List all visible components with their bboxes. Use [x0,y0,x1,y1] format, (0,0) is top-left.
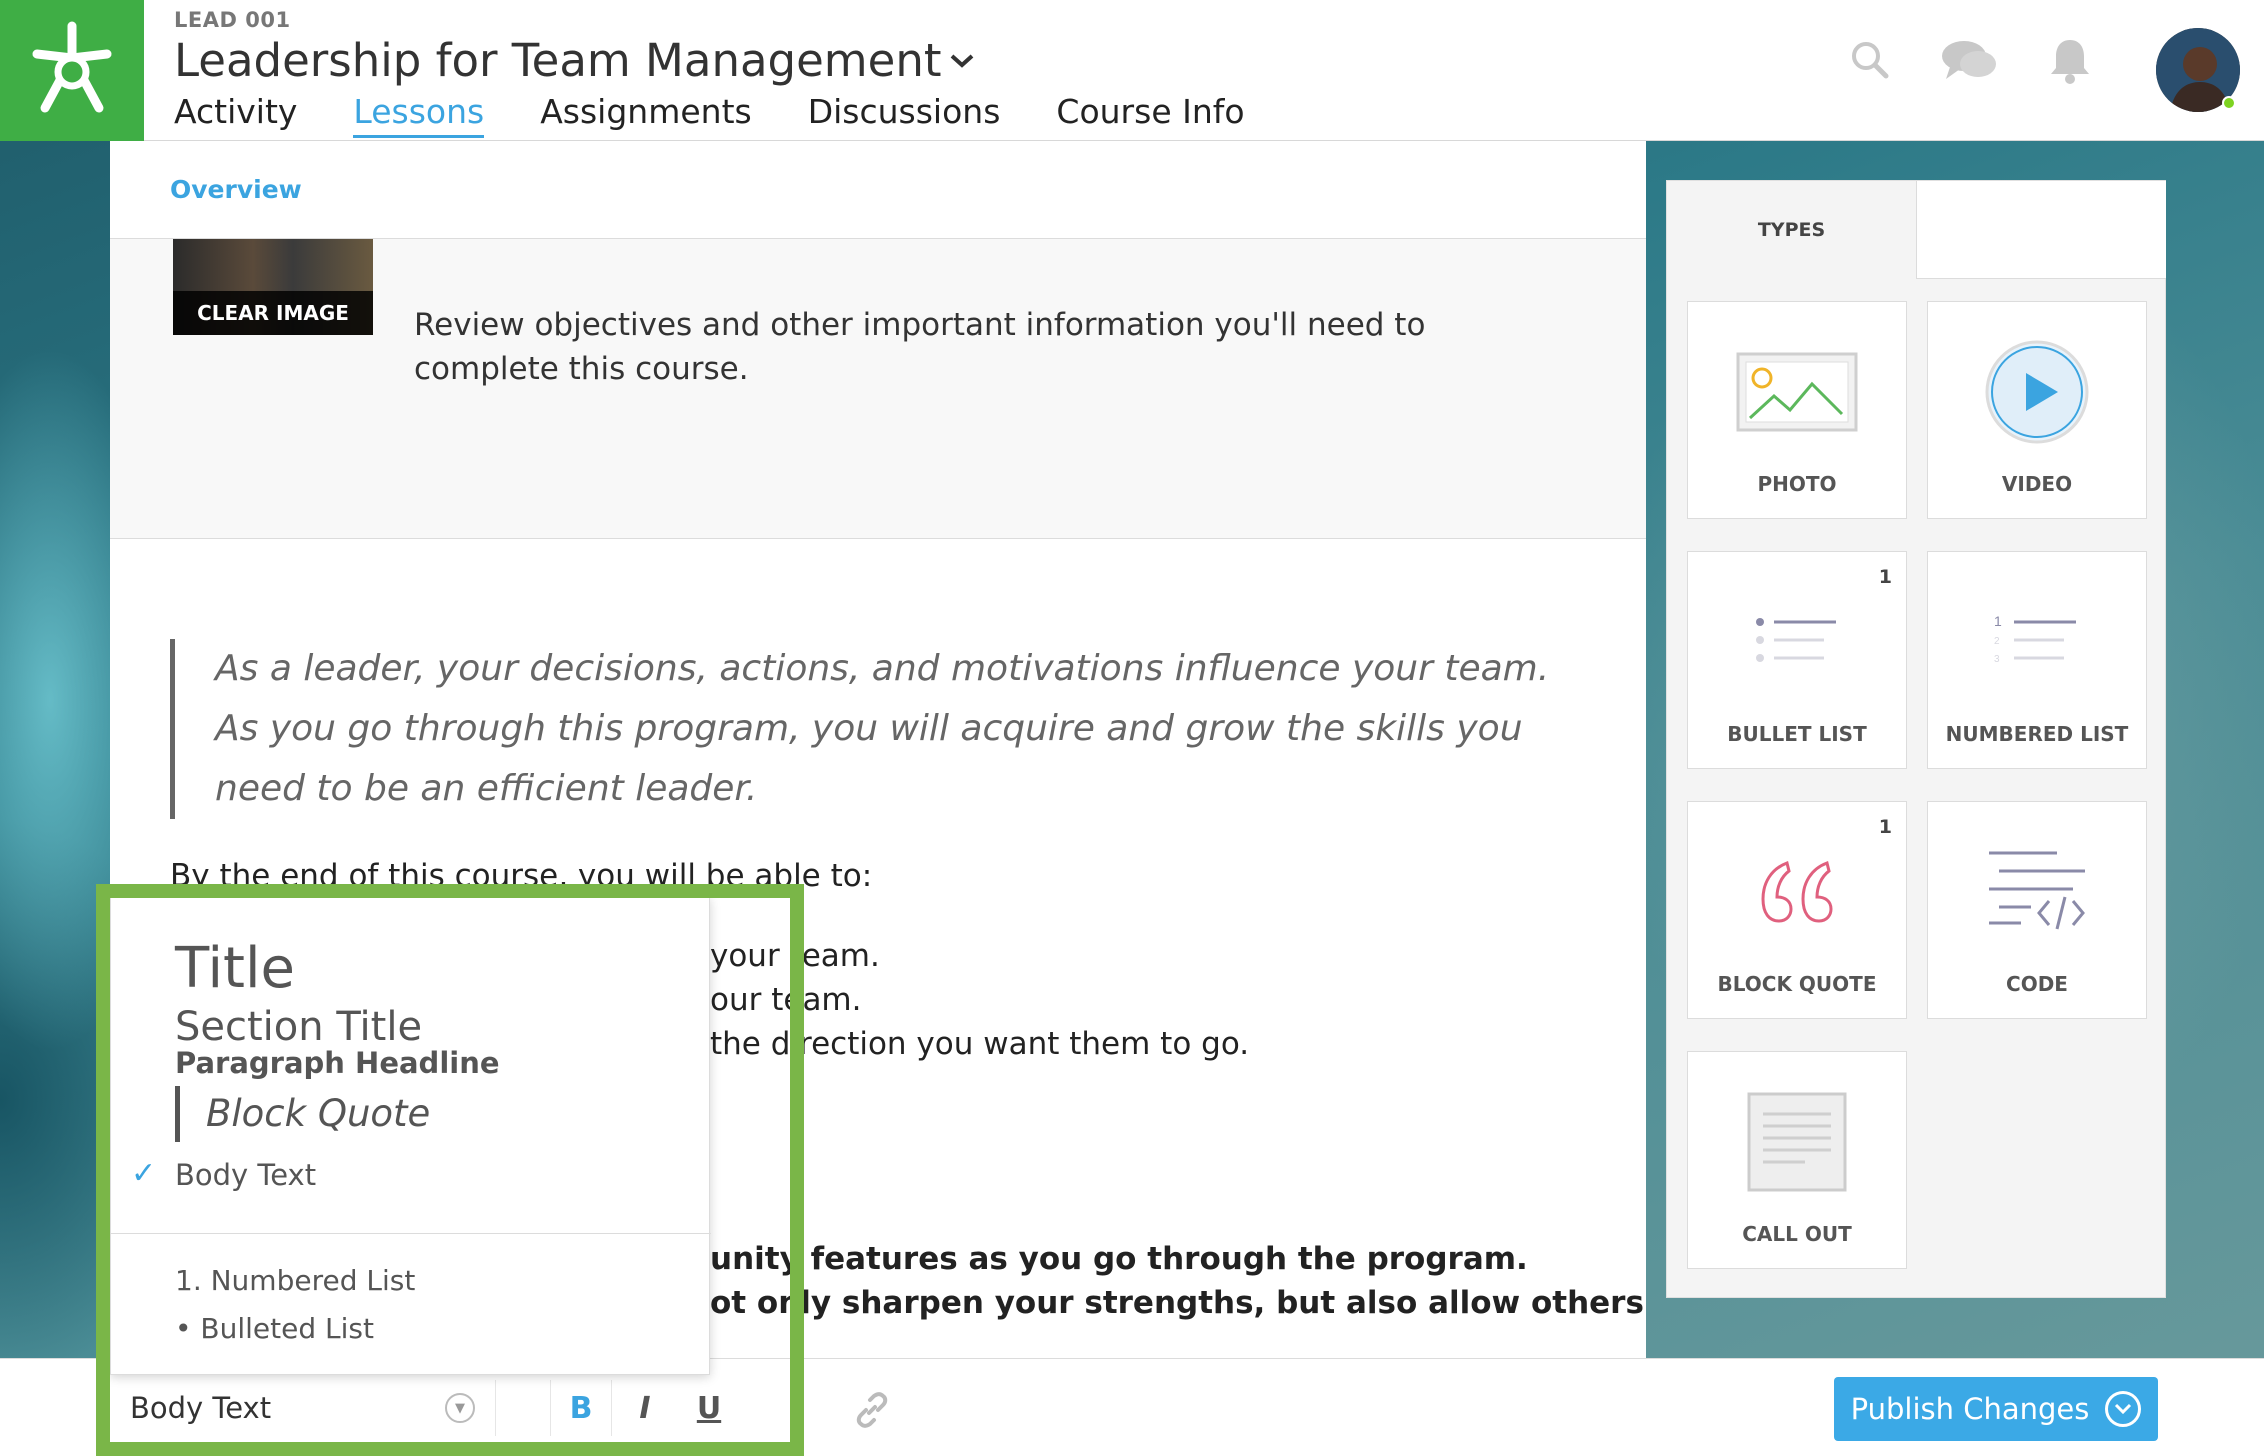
photo-icon [1736,352,1858,432]
tile-label: BLOCK QUOTE [1717,972,1877,996]
lesson-banner: CLEAR IMAGE Review objectives and other … [110,239,1646,539]
tile-label: PHOTO [1757,472,1837,496]
course-title-dropdown[interactable]: Leadership for Team Management [174,34,975,87]
header-actions [1850,36,2092,84]
numbered-list-icon: 1 2 3 [1994,613,2076,665]
bullet-list-tile[interactable]: 1 BULLET LIST [1687,551,1907,769]
tab-other[interactable] [1917,181,2166,279]
list-item: your team. [710,938,880,974]
call-out-tile[interactable]: CALL OUT [1687,1051,1907,1269]
tab-course-info[interactable]: Course Info [1056,92,1244,138]
types-panel: TYPES PHOTO VIDEO 1 BULLET LIST 1 2 3 NU… [1666,180,2166,1298]
video-tile[interactable]: VIDEO [1927,301,2147,519]
bell-icon[interactable] [2048,36,2092,84]
style-option-bulleted-list[interactable]: • Bulleted List [175,1312,374,1345]
bold-paragraph[interactable]: unity features as you go through the pro… [710,1237,1644,1325]
italic-button[interactable]: I [614,1380,676,1436]
text-style-select[interactable]: Body Text ▼ [110,1380,496,1436]
chevron-down-icon [2105,1391,2142,1427]
photo-tile[interactable]: PHOTO [1687,301,1907,519]
svg-text:3: 3 [1994,654,2000,665]
bold-line: ot only sharpen your strengths, but also… [710,1285,1644,1321]
bold-line: unity features as you go through the pro… [710,1241,1528,1277]
tile-label: NUMBERED LIST [1945,722,2129,746]
play-icon [1985,340,2089,444]
block-quote[interactable]: As a leader, your decisions, actions, an… [170,639,1590,819]
tile-label: CODE [2006,972,2068,996]
course-code: LEAD 001 [174,8,291,32]
course-tabs: Activity Lessons Assignments Discussions… [174,92,1245,138]
tab-lessons[interactable]: Lessons [353,92,485,138]
bold-button[interactable]: B [550,1380,612,1436]
style-option-paragraph-headline[interactable]: Paragraph Headline [175,1046,500,1080]
checkmark-icon: ✓ [131,1156,157,1191]
chat-icon[interactable] [1940,39,1998,81]
tab-discussions[interactable]: Discussions [808,92,1001,138]
call-out-icon [1747,1092,1847,1192]
banner-description[interactable]: Review objectives and other important in… [414,303,1554,391]
style-option-title[interactable]: Title [175,936,295,1001]
usage-count: 1 [1878,816,1892,838]
body-paragraph[interactable]: By the end of this course, you will be a… [170,858,872,894]
tile-label: CALL OUT [1742,1222,1852,1246]
link-icon[interactable] [852,1390,892,1430]
text-style-value: Body Text [130,1391,272,1425]
search-icon[interactable] [1850,40,1890,80]
tab-activity[interactable]: Activity [174,92,297,138]
chevron-down-icon [951,54,974,68]
publish-changes-button[interactable]: Publish Changes [1834,1377,2158,1441]
tile-label: VIDEO [2001,472,2073,496]
code-icon [1989,851,2085,930]
style-option-block-quote[interactable]: Block Quote [175,1086,430,1142]
usage-count: 1 [1878,566,1892,588]
underline-button[interactable]: U [678,1380,740,1436]
publish-label: Publish Changes [1850,1392,2090,1426]
svg-text:1: 1 [1994,613,2002,629]
logo-icon [32,21,112,112]
code-tile[interactable]: CODE [1927,801,2147,1019]
chevron-down-icon: ▼ [445,1393,475,1423]
app-logo[interactable] [0,0,144,141]
tile-label: BULLET LIST [1727,722,1867,746]
style-option-body-text[interactable]: Body Text [175,1158,316,1192]
top-header: LEAD 001 Leadership for Team Management … [0,0,2264,141]
overview-link[interactable]: Overview [170,175,302,204]
tab-assignments[interactable]: Assignments [540,92,752,138]
list-item: our team. [710,982,862,1018]
divider [111,1233,711,1234]
numbered-list-tile[interactable]: 1 2 3 NUMBERED LIST [1927,551,2147,769]
clear-image-button[interactable]: CLEAR IMAGE [173,291,373,335]
list-item: the direction you want them to go. [710,1026,1250,1062]
online-status-indicator [2222,96,2236,110]
quote-icon [1761,861,1833,923]
svg-text:2: 2 [1994,636,2000,647]
style-option-section-title[interactable]: Section Title [175,1004,422,1050]
course-title: Leadership for Team Management [174,34,942,87]
tab-types[interactable]: TYPES [1667,181,1917,279]
text-style-menu: Title Section Title Paragraph Headline B… [110,897,711,1375]
block-quote-tile[interactable]: 1 BLOCK QUOTE [1687,801,1907,1019]
objectives-list[interactable]: your team. our team. the direction you w… [710,934,1249,1066]
bullet-list-icon [1756,618,1836,662]
style-option-numbered-list[interactable]: 1. Numbered List [175,1264,415,1297]
